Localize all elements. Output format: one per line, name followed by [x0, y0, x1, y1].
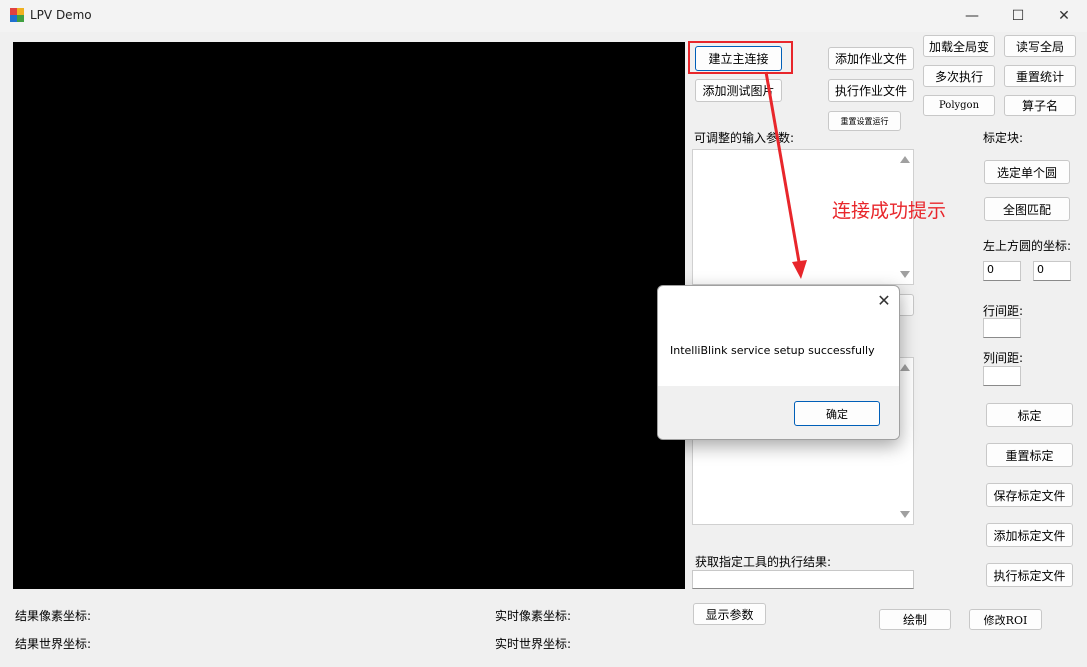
scroll-down-icon[interactable]	[900, 511, 910, 518]
adjustable-params-label: 可调整的输入参数:	[694, 131, 795, 145]
reset-stats-button[interactable]: 重置统计	[1004, 65, 1076, 87]
dialog-close-button[interactable]: ✕	[874, 290, 894, 310]
exec-job-file-button[interactable]: 执行作业文件	[828, 79, 914, 102]
add-job-file-button[interactable]: 添加作业文件	[828, 47, 914, 70]
window-title: LPV Demo	[30, 8, 92, 22]
multi-exec-button[interactable]: 多次执行	[923, 65, 995, 87]
realtime-pixel-label: 实时像素坐标:	[495, 609, 572, 623]
result-pixel-label: 结果像素坐标:	[15, 609, 92, 623]
add-calib-file-button[interactable]: 添加标定文件	[986, 523, 1073, 547]
title-bar	[0, 0, 1087, 32]
circle-y-input[interactable]: 0	[1033, 261, 1071, 281]
scroll-down-icon[interactable]	[900, 271, 910, 278]
message-dialog: ✕ IntelliBlink service setup successfull…	[657, 285, 900, 440]
add-test-image-button[interactable]: 添加测试图片	[695, 79, 782, 102]
save-calib-file-button[interactable]: 保存标定文件	[986, 483, 1073, 507]
dialog-footer: 确定	[658, 386, 899, 439]
col-spacing-input[interactable]	[983, 366, 1021, 386]
circle-x-input[interactable]: 0	[983, 261, 1021, 281]
calib-block-label: 标定块:	[983, 131, 1024, 145]
modify-roi-button[interactable]: 修改ROI	[969, 609, 1042, 630]
row-spacing-label: 行间距:	[983, 304, 1024, 318]
exec-calib-file-button[interactable]: 执行标定文件	[986, 563, 1073, 587]
full-match-button[interactable]: 全图匹配	[984, 197, 1070, 221]
highlight-box	[688, 41, 793, 74]
tool-result-input[interactable]	[692, 570, 914, 589]
operator-name-button[interactable]: 算子名	[1004, 95, 1076, 116]
calibrate-button[interactable]: 标定	[986, 403, 1073, 427]
col-spacing-label: 列间距:	[983, 351, 1024, 365]
row-spacing-input[interactable]	[983, 318, 1021, 338]
read-write-global-button[interactable]: 读写全局	[1004, 35, 1076, 57]
scroll-up-icon[interactable]	[900, 156, 910, 163]
app-icon	[10, 8, 24, 22]
minimize-button[interactable]: —	[949, 0, 995, 32]
polygon-button[interactable]: Polygon	[923, 95, 995, 116]
top-left-circle-label: 左上方圆的坐标:	[983, 239, 1072, 253]
select-single-circle-button[interactable]: 选定单个圆	[984, 160, 1070, 184]
reset-run-button[interactable]: 重置设置运行	[828, 111, 901, 131]
realtime-world-label: 实时世界坐标:	[495, 637, 572, 651]
get-tool-result-label: 获取指定工具的执行结果:	[695, 555, 832, 569]
show-params-button[interactable]: 显示参数	[693, 603, 766, 625]
draw-button[interactable]: 绘制	[879, 609, 951, 630]
reset-calibration-button[interactable]: 重置标定	[986, 443, 1073, 467]
dialog-ok-button[interactable]: 确定	[794, 401, 880, 426]
scroll-up-icon[interactable]	[900, 364, 910, 371]
image-display-canvas[interactable]	[13, 42, 685, 589]
annotation-text: 连接成功提示	[832, 200, 947, 222]
dialog-message: IntelliBlink service setup successfully	[670, 344, 875, 357]
window-close-button[interactable]: ✕	[1041, 0, 1087, 32]
load-global-button[interactable]: 加载全局变	[923, 35, 995, 57]
result-world-label: 结果世界坐标:	[15, 637, 92, 651]
maximize-button[interactable]: ☐	[995, 0, 1041, 32]
